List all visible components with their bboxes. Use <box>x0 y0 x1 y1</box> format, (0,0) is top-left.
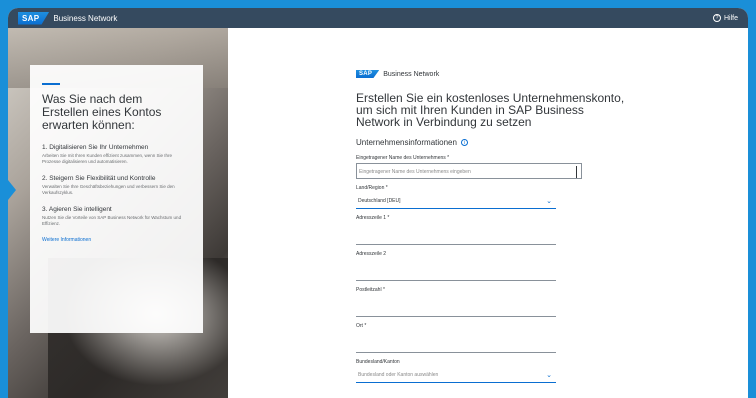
address2-input[interactable] <box>356 259 556 281</box>
company-name-placeholder: Eingetragener Name des Unternehmens eing… <box>359 169 471 175</box>
state-field: Bundesland/Kanton Bundesland oder Kanton… <box>356 359 616 383</box>
section-label: Unternehmensinformationen <box>356 138 457 147</box>
help-label: Hilfe <box>723 14 738 22</box>
address1-label: Adresszeile 1 * <box>356 215 390 221</box>
benefit-text: Verwalten Sie Ihre Geschäftsbeziehungen … <box>42 184 175 195</box>
decorative-arrow <box>0 160 16 220</box>
registration-form: SAP Business Network Erstellen Sie ein k… <box>356 70 624 389</box>
address2-field: Adresszeile 2 <box>356 251 616 281</box>
help-button[interactable]: ? Hilfe <box>712 14 738 22</box>
card-accent <box>42 83 60 85</box>
company-name-field: Eingetragener Name des Unternehmens * Ei… <box>356 155 616 179</box>
sap-logo[interactable]: SAP <box>18 11 50 25</box>
card-title: Was Sie nach dem Erstellen eines Kontos … <box>42 92 162 132</box>
section-title: Unternehmensinformationen i <box>356 138 616 147</box>
city-field: Ort * <box>356 323 616 353</box>
help-icon: ? <box>712 14 721 22</box>
form-heading: Erstellen Sie ein kostenloses Unternehme… <box>356 91 625 129</box>
chevron-down-icon[interactable]: ⌄ <box>546 197 552 205</box>
benefit-title: 2. Steigern Sie Flexibilität und Kontrol… <box>42 175 156 182</box>
country-label: Land/Region * <box>356 185 388 191</box>
text-cursor <box>576 166 577 178</box>
more-info-link[interactable]: Weitere Informationen <box>42 237 191 243</box>
postal-code-field: Postleitzahl * <box>356 287 616 317</box>
top-bar: SAP Business Network ? Hilfe <box>8 8 748 28</box>
chevron-down-icon[interactable]: ⌄ <box>546 371 552 379</box>
company-name-label: Eingetragener Name des Unternehmens * <box>356 155 450 161</box>
country-field: Land/Region * Deutschland [DEU] ⌄ <box>356 185 616 209</box>
state-placeholder: Bundesland oder Kanton auswählen <box>358 372 439 378</box>
benefit-title: 1. Digitalisieren Sie Ihr Unternehmen <box>42 144 149 151</box>
address1-input[interactable] <box>356 223 556 245</box>
country-value: Deutschland [DEU] <box>358 198 401 204</box>
form-logo-row: SAP Business Network <box>356 70 616 78</box>
browser-frame: SAP Business Network ? Hilfe Was Sie nac… <box>8 8 748 398</box>
form-brand: Business Network <box>383 70 440 78</box>
benefits-card: Was Sie nach dem Erstellen eines Kontos … <box>30 65 203 333</box>
company-name-input[interactable]: Eingetragener Name des Unternehmens eing… <box>356 163 582 179</box>
address2-label: Adresszeile 2 <box>356 251 387 257</box>
benefit-text: Nutzen Sie die Vorteile von SAP Business… <box>42 215 182 226</box>
country-select[interactable]: Deutschland [DEU] ⌄ <box>356 193 556 209</box>
info-icon[interactable]: i <box>460 139 468 146</box>
postal-code-label: Postleitzahl * <box>356 287 385 293</box>
city-input[interactable] <box>356 331 556 353</box>
postal-code-input[interactable] <box>356 295 556 317</box>
benefit-title: 3. Agieren Sie intelligent <box>42 206 112 213</box>
state-select[interactable]: Bundesland oder Kanton auswählen ⌄ <box>356 367 556 383</box>
state-label: Bundesland/Kanton <box>356 359 400 365</box>
city-label: Ort * <box>356 323 367 329</box>
address1-field: Adresszeile 1 * <box>356 215 616 245</box>
benefit-text: Arbeiten Sie mit Ihren Kunden effizient … <box>42 153 172 164</box>
brand-name: Business Network <box>53 13 118 23</box>
sap-logo: SAP <box>356 70 380 78</box>
